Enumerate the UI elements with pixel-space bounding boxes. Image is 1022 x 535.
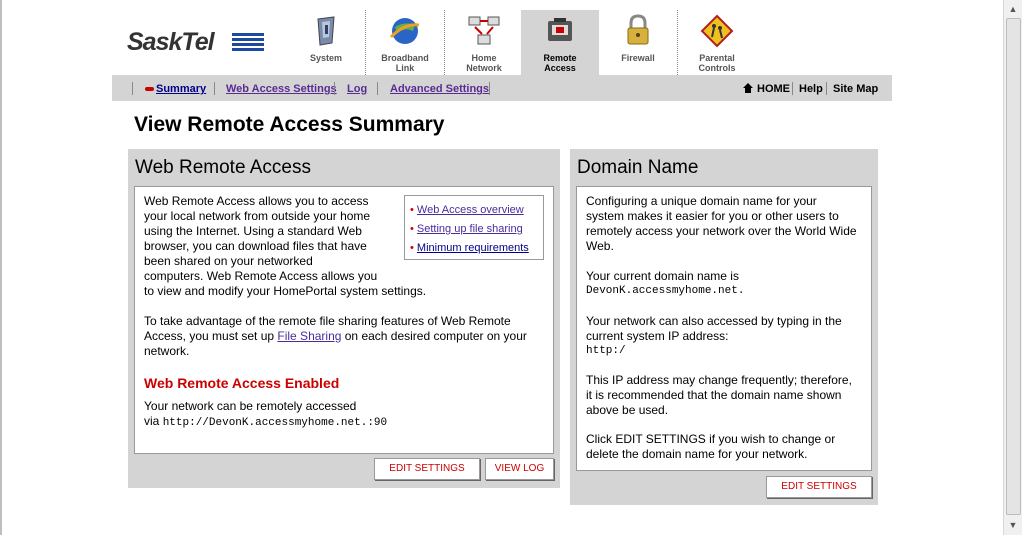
access-url: http://DevonK.accessmyhome.net.:90 — [162, 417, 388, 429]
tab-home-network[interactable]: Home Network — [445, 10, 524, 75]
minimum-requirements-link[interactable]: Minimum requirements — [417, 242, 529, 254]
tab-firewall[interactable]: Firewall — [599, 10, 678, 75]
domain-name-content: Configuring a unique domain name for you… — [576, 186, 872, 471]
network-icon — [468, 16, 500, 45]
divider — [377, 82, 378, 95]
padlock-icon — [627, 14, 649, 45]
intro-text: Web Remote Access allows you to access y… — [144, 194, 427, 298]
scroll-up-icon[interactable]: ▲ — [1007, 3, 1019, 15]
web-access-overview-link[interactable]: Web Access overview — [417, 204, 524, 216]
divider — [792, 82, 793, 95]
domain-edit-settings-button[interactable]: EDIT SETTINGS — [766, 476, 872, 498]
tab-remote-access[interactable]: Remote Access — [521, 10, 599, 75]
panel-title: Web Remote Access — [135, 157, 312, 178]
home-icon[interactable] — [742, 82, 754, 94]
file-sharing-setup-link[interactable]: Setting up file sharing — [417, 223, 523, 235]
scroll-down-icon[interactable]: ▼ — [1007, 519, 1019, 531]
scrollbar-thumb[interactable] — [1006, 18, 1021, 515]
divider — [132, 82, 133, 95]
globe-icon — [389, 18, 420, 44]
file-sharing-text: To take advantage of the remote file sha… — [144, 314, 527, 358]
view-log-button[interactable]: VIEW LOG — [485, 458, 554, 480]
ip-address-value: http:/ — [586, 345, 626, 357]
access-url-line: via http://DevonK.accessmyhome.net.:90 — [144, 414, 388, 429]
file-sharing-link[interactable]: File Sharing — [277, 329, 341, 343]
status-text: Your network can be remotely accessed — [144, 399, 357, 413]
subnav-summary[interactable]: Summary — [156, 83, 206, 95]
panel-title: Domain Name — [577, 157, 699, 178]
web-remote-access-panel: Web Remote Access Web Remote Access allo… — [128, 149, 560, 488]
help-link[interactable]: Help — [799, 83, 823, 95]
domain-value: DevonK.accessmyhome.net. — [586, 285, 745, 297]
current-page-indicator-icon — [145, 87, 154, 91]
logo-stripes-icon — [232, 33, 264, 55]
sasktel-logo: SaskTel — [127, 28, 215, 56]
domain-intro-text: Configuring a unique domain name for you… — [586, 194, 857, 253]
help-links-box: • Web Access overview • Setting up file … — [404, 195, 544, 260]
warning-sign-icon — [700, 14, 734, 48]
page-title: View Remote Access Summary — [134, 113, 445, 136]
tab-system[interactable]: System — [287, 10, 366, 75]
subnav-web-access-settings[interactable]: Web Access Settings — [226, 83, 337, 95]
site-map-link[interactable]: Site Map — [833, 83, 878, 95]
sub-navigation: Summary Web Access Settings Log Advanced… — [112, 75, 892, 101]
edit-settings-button[interactable]: EDIT SETTINGS — [374, 458, 480, 480]
divider — [489, 82, 490, 95]
system-icon — [317, 16, 335, 46]
ip-address-text: Your network can also accessed by typing… — [586, 314, 842, 357]
tab-parental-controls[interactable]: Parental Controls — [678, 10, 756, 75]
domain-name-panel: Domain Name Configuring a unique domain … — [570, 149, 878, 505]
ip-change-note: This IP address may change frequently; t… — [586, 373, 852, 417]
subnav-advanced-settings[interactable]: Advanced Settings — [390, 83, 489, 95]
web-remote-access-content: Web Remote Access allows you to access y… — [134, 186, 554, 454]
subnav-log[interactable]: Log — [347, 83, 367, 95]
window-frame — [0, 0, 2, 535]
divider — [334, 82, 335, 95]
home-link[interactable]: HOME — [757, 83, 790, 95]
remote-access-icon — [548, 18, 572, 41]
tab-broadband-link[interactable]: Broadband Link — [366, 10, 445, 75]
vertical-scrollbar[interactable]: ▲ ▼ — [1003, 0, 1022, 535]
edit-instructions: Click EDIT SETTINGS if you wish to chang… — [586, 432, 836, 461]
divider — [826, 82, 827, 95]
current-domain-text: Your current domain name is DevonK.acces… — [586, 269, 745, 297]
divider — [214, 82, 215, 95]
status-heading: Web Remote Access Enabled — [144, 375, 340, 391]
